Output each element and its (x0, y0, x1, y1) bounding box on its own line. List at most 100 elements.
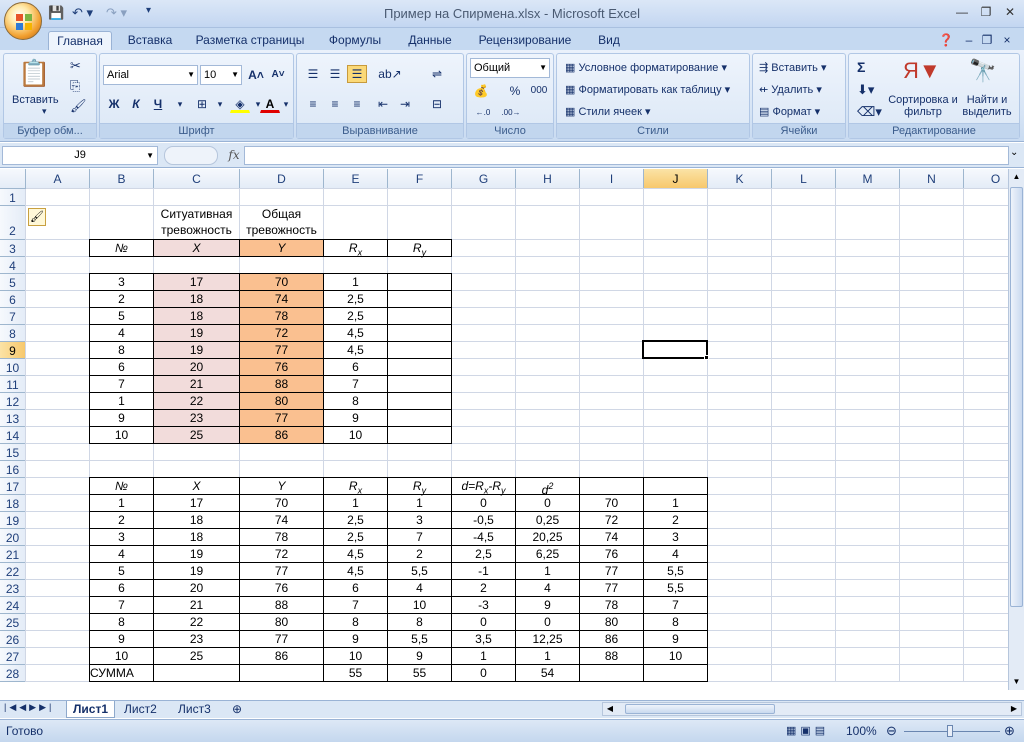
tab-review[interactable]: Рецензирование (470, 31, 580, 50)
wrap-text-icon[interactable]: ⇌ (427, 65, 447, 83)
tab-page-layout[interactable]: Разметка страницы (190, 31, 310, 50)
cell-d12[interactable]: 80 (239, 392, 324, 410)
cell-b12[interactable]: 1 (89, 392, 154, 410)
cell-c8[interactable]: 19 (153, 324, 240, 342)
cell-b26[interactable]: 9 (89, 630, 154, 648)
cell-styles-button[interactable]: ▦ Стили ячеек ▾ (565, 105, 651, 118)
cell-d24[interactable]: 88 (239, 596, 324, 614)
sheet-tab-2[interactable]: Лист2 (118, 701, 163, 718)
sheet-tab-1[interactable]: Лист1 (66, 701, 116, 718)
cell-f5[interactable] (387, 273, 452, 291)
row-header-27[interactable]: 27 (0, 648, 26, 665)
row-header-14[interactable]: 14 (0, 427, 26, 444)
decrease-decimal-icon[interactable]: .00→ (499, 104, 523, 122)
cell-b14[interactable]: 10 (89, 426, 154, 444)
cell-c17[interactable]: X (153, 477, 240, 495)
cell-e21[interactable]: 4,5 (323, 545, 388, 563)
horizontal-scroll-thumb[interactable] (625, 704, 775, 714)
row-header-21[interactable]: 21 (0, 546, 26, 563)
cell-b25[interactable]: 8 (89, 613, 154, 631)
cell-d26[interactable]: 77 (239, 630, 324, 648)
align-right-icon[interactable]: ≡ (347, 95, 367, 113)
cell-b20[interactable]: 3 (89, 528, 154, 546)
zoom-level[interactable]: 100% (846, 724, 877, 738)
cell-g25[interactable]: 0 (451, 613, 516, 631)
row-header-4[interactable]: 4 (0, 257, 26, 274)
merge-center-icon[interactable]: ⊟ (427, 95, 447, 113)
sheet-tab-3[interactable]: Лист3 (172, 701, 217, 718)
cell-g26[interactable]: 3,5 (451, 630, 516, 648)
cell-e18[interactable]: 1 (323, 494, 388, 512)
cell-b3[interactable]: № (89, 239, 154, 257)
cell-i27[interactable]: 88 (579, 647, 644, 665)
cell-c10[interactable]: 20 (153, 358, 240, 376)
cell-g17[interactable]: d=Rx-Ry (451, 477, 516, 495)
cell-j21[interactable]: 4 (643, 545, 708, 563)
find-select-icon[interactable]: 🔭 (969, 58, 996, 84)
horizontal-scrollbar[interactable]: ◀ ▶ (602, 702, 1022, 716)
column-header-a[interactable]: A (26, 169, 90, 189)
cell-f24[interactable]: 10 (387, 596, 452, 614)
cell-c13[interactable]: 23 (153, 409, 240, 427)
cell-f20[interactable]: 7 (387, 528, 452, 546)
paste-button[interactable]: Вставить (12, 94, 59, 106)
help-icon[interactable]: ❓ (936, 31, 956, 50)
cell-c5[interactable]: 17 (153, 273, 240, 291)
row-header-24[interactable]: 24 (0, 597, 26, 614)
insert-function-button[interactable]: fx (224, 146, 244, 165)
cell-f9[interactable] (387, 341, 452, 359)
format-cells-button[interactable]: ▤ Формат ▾ (759, 105, 820, 118)
clear-icon[interactable]: ⌫▾ (857, 104, 882, 120)
increase-decimal-icon[interactable]: ←.0 (471, 104, 495, 122)
view-buttons-icon[interactable]: ▦▣▤ (786, 724, 829, 737)
cell-g21[interactable]: 2,5 (451, 545, 516, 563)
column-header-e[interactable]: E (324, 169, 388, 189)
row-header-5[interactable]: 5 (0, 274, 26, 291)
row-header-25[interactable]: 25 (0, 614, 26, 631)
cell-c14[interactable]: 25 (153, 426, 240, 444)
cell-e17[interactable]: Rx (323, 477, 388, 495)
cell-f19[interactable]: 3 (387, 511, 452, 529)
maximize-icon[interactable]: ❐ (976, 5, 996, 21)
formula-bar-resize-handle[interactable] (164, 146, 218, 165)
bold-button[interactable]: Ж (104, 95, 124, 113)
cell-i26[interactable]: 86 (579, 630, 644, 648)
cell-b21[interactable]: 4 (89, 545, 154, 563)
select-all-corner[interactable] (0, 169, 26, 189)
cell-f11[interactable] (387, 375, 452, 393)
cell-g19[interactable]: -0,5 (451, 511, 516, 529)
cell-i17[interactable] (579, 477, 644, 495)
currency-icon[interactable]: 💰 (471, 82, 491, 100)
cell-h26[interactable]: 12,25 (515, 630, 580, 648)
align-left-icon[interactable]: ≡ (303, 95, 323, 113)
column-header-k[interactable]: K (708, 169, 772, 189)
scroll-left-icon[interactable]: ◀ (603, 703, 617, 715)
thousands-button[interactable]: 000 (527, 82, 551, 100)
cell-g24[interactable]: -3 (451, 596, 516, 614)
cell-d3[interactable]: Y (239, 239, 324, 257)
cell-d23[interactable]: 76 (239, 579, 324, 597)
cell-b24[interactable]: 7 (89, 596, 154, 614)
conditional-formatting-button[interactable]: ▦ Условное форматирование ▾ (565, 61, 727, 74)
cell-e9[interactable]: 4,5 (323, 341, 388, 359)
cell-c3[interactable]: X (153, 239, 240, 257)
find-select-button[interactable]: Найти и выделить (959, 94, 1015, 118)
sort-filter-icon[interactable]: Я▼ (903, 58, 941, 84)
zoom-slider-thumb[interactable] (947, 725, 953, 737)
row-header-8[interactable]: 8 (0, 325, 26, 342)
cell-c21[interactable]: 19 (153, 545, 240, 563)
fill-handle[interactable] (704, 355, 709, 360)
cell-d21[interactable]: 72 (239, 545, 324, 563)
scroll-right-icon[interactable]: ▶ (1007, 703, 1021, 715)
align-top-icon[interactable]: ☰ (303, 65, 323, 83)
cell-f17[interactable]: Ry (387, 477, 452, 495)
cell-g23[interactable]: 2 (451, 579, 516, 597)
tab-view[interactable]: Вид (588, 31, 630, 50)
cell-b9[interactable]: 8 (89, 341, 154, 359)
cell-h20[interactable]: 20,25 (515, 528, 580, 546)
row-header-26[interactable]: 26 (0, 631, 26, 648)
format-as-table-button[interactable]: ▦ Форматировать как таблицу ▾ (565, 83, 730, 96)
cell-b10[interactable]: 6 (89, 358, 154, 376)
cell-d19[interactable]: 74 (239, 511, 324, 529)
zoom-in-icon[interactable]: ⊕ (1004, 723, 1015, 739)
